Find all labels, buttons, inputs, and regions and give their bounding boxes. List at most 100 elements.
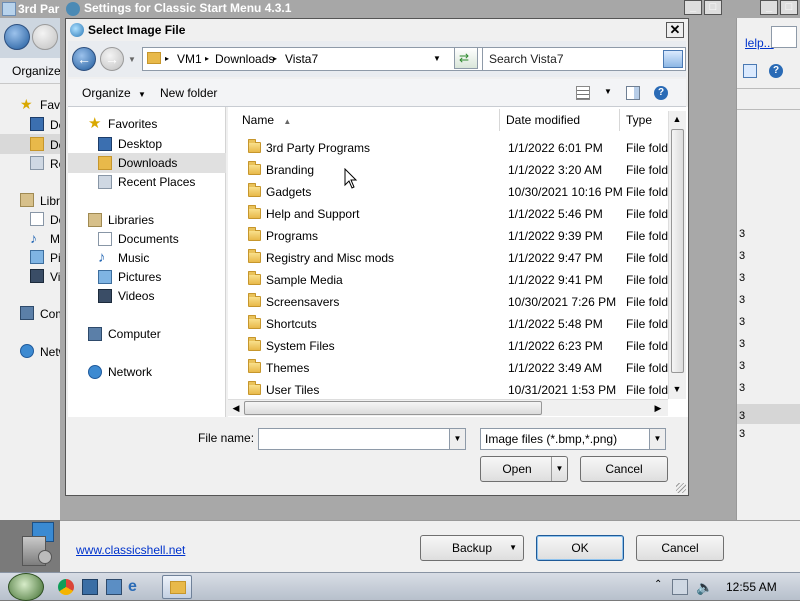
folder-icon bbox=[170, 581, 186, 594]
table-row[interactable]: Screensavers 10/30/2021 7:26 PM File folde… bbox=[228, 291, 668, 313]
preview-pane-icon[interactable] bbox=[626, 86, 640, 100]
dialog-cancel-button[interactable]: Cancel bbox=[580, 456, 668, 482]
table-row[interactable]: Sample Media 1/1/2022 9:41 PM File folder bbox=[228, 269, 668, 291]
nav-desktop[interactable]: Desktop bbox=[118, 135, 162, 153]
vertical-scrollbar[interactable]: ▲ ▼ bbox=[668, 111, 686, 399]
start-button-icon[interactable] bbox=[8, 573, 44, 601]
downloads-icon bbox=[30, 137, 44, 151]
nav-libraries[interactable]: Libraries bbox=[108, 211, 154, 229]
taskbar-clock[interactable]: 12:55 AM bbox=[726, 580, 777, 594]
file-name-cell: Branding bbox=[266, 163, 315, 177]
taskbar-folder-button[interactable] bbox=[162, 575, 192, 599]
side-mark: 3 bbox=[739, 382, 746, 394]
forward-icon[interactable] bbox=[32, 24, 58, 50]
back-arrow-icon[interactable]: ← bbox=[72, 47, 96, 71]
table-row[interactable]: Branding 1/1/2022 3:20 AM File folder bbox=[228, 159, 668, 181]
view-options-icon[interactable] bbox=[576, 86, 590, 100]
scroll-left-icon[interactable]: ◀ bbox=[228, 400, 244, 416]
table-row[interactable]: Gadgets 10/30/2021 10:16 PMFile folder bbox=[228, 181, 668, 203]
control-panel-icon[interactable] bbox=[106, 579, 122, 595]
nav-videos[interactable]: Videos bbox=[118, 287, 154, 305]
address-dropdown-icon[interactable]: ▼ bbox=[433, 54, 441, 63]
open-options-dropdown-icon[interactable]: ▼ bbox=[551, 457, 567, 481]
nav-computer[interactable]: Computer bbox=[108, 325, 161, 343]
nav-favorites[interactable]: Favorites bbox=[108, 115, 157, 133]
help-icon[interactable]: ? bbox=[654, 86, 668, 100]
minimize-icon[interactable]: _ bbox=[760, 0, 778, 15]
table-row[interactable]: Programs 1/1/2022 9:39 PM File folder bbox=[228, 225, 668, 247]
breadcrumb-vm1[interactable]: VM1 bbox=[177, 52, 202, 66]
network-tray-icon[interactable] bbox=[672, 579, 688, 595]
view-dropdown-icon[interactable]: ▼ bbox=[604, 87, 612, 96]
nav-recent-places[interactable]: Recent Places bbox=[118, 173, 195, 191]
help-icon[interactable]: ? bbox=[769, 64, 783, 78]
file-name-dropdown-icon[interactable]: ▼ bbox=[449, 429, 465, 449]
breadcrumb-downloads[interactable]: Downloads bbox=[215, 52, 274, 66]
column-header-type[interactable]: Type bbox=[620, 109, 668, 131]
help-link[interactable]: lelp... bbox=[745, 36, 774, 50]
folder-icon bbox=[248, 139, 261, 153]
table-row[interactable]: Registry and Misc mods 1/1/2022 9:47 PM Fi… bbox=[228, 247, 668, 269]
organize-button[interactable]: Organize ▼ bbox=[82, 86, 146, 100]
folder-icon bbox=[147, 52, 161, 64]
search-input[interactable]: Search Vista7 bbox=[482, 47, 686, 71]
ok-button[interactable]: OK bbox=[536, 535, 624, 561]
open-button[interactable]: Open ▼ bbox=[480, 456, 568, 482]
new-folder-button[interactable]: New folder bbox=[160, 86, 217, 100]
settings-cancel-button[interactable]: Cancel bbox=[636, 535, 724, 561]
refresh-icon[interactable]: ⇄ bbox=[454, 47, 478, 69]
table-row[interactable]: Shortcuts 1/1/2022 5:48 PM File folder bbox=[228, 313, 668, 335]
date-modified-cell: 1/1/2022 9:41 PM bbox=[508, 273, 603, 287]
table-row[interactable]: Themes 1/1/2022 3:49 AM File folder bbox=[228, 357, 668, 379]
file-list: Name ▲ Date modified Type 3rd Party Prog… bbox=[228, 107, 688, 417]
table-row[interactable]: User Tiles 10/31/2021 1:53 PM File folder bbox=[228, 379, 668, 401]
file-type-select[interactable]: Image files (*.bmp,*.png) ▼ bbox=[480, 428, 666, 450]
minimize-icon[interactable]: _ bbox=[684, 0, 702, 15]
breadcrumb-separator-icon[interactable]: ▸ bbox=[273, 54, 277, 63]
file-type-dropdown-icon[interactable]: ▼ bbox=[649, 429, 665, 449]
nav-network[interactable]: Network bbox=[108, 363, 152, 381]
breadcrumb-separator-icon[interactable]: ▸ bbox=[205, 54, 209, 63]
bg-organize-button[interactable]: Organize bbox=[12, 64, 61, 78]
table-row[interactable]: Help and Support 1/1/2022 5:46 PM File fol… bbox=[228, 203, 668, 225]
maximize-icon[interactable]: □ bbox=[704, 0, 722, 15]
dialog-titlebar: Select Image File ✕ bbox=[66, 19, 688, 41]
explorer-icon[interactable] bbox=[82, 579, 98, 595]
recent-locations-chevron-icon[interactable]: ▼ bbox=[128, 55, 136, 64]
website-link[interactable]: www.classicshell.net bbox=[76, 543, 185, 557]
hscroll-thumb[interactable] bbox=[244, 401, 542, 415]
nav-pictures[interactable]: Pictures bbox=[118, 268, 161, 286]
close-icon[interactable]: ✕ bbox=[666, 22, 684, 38]
table-row[interactable]: System Files 1/1/2022 6:23 PM File folder bbox=[228, 335, 668, 357]
backup-button[interactable]: Backup ▼ bbox=[420, 535, 524, 561]
type-cell: File folder bbox=[626, 207, 668, 221]
column-header-name[interactable]: Name ▲ bbox=[236, 109, 500, 131]
breadcrumb-vista7[interactable]: Vista7 bbox=[285, 52, 318, 66]
resize-grip-icon[interactable] bbox=[676, 483, 686, 493]
file-name-input[interactable]: ▼ bbox=[258, 428, 466, 450]
search-icon[interactable] bbox=[663, 50, 683, 68]
scroll-thumb[interactable] bbox=[671, 129, 684, 373]
search-box-fragment[interactable] bbox=[771, 26, 797, 48]
forward-arrow-icon[interactable]: → bbox=[100, 47, 124, 71]
scroll-up-icon[interactable]: ▲ bbox=[669, 111, 685, 127]
folder-icon bbox=[248, 271, 261, 285]
chrome-icon[interactable] bbox=[58, 579, 74, 595]
show-hidden-icons-icon[interactable]: ⌃ bbox=[654, 579, 662, 590]
back-icon[interactable] bbox=[4, 24, 30, 50]
date-modified-cell: 1/1/2022 6:01 PM bbox=[508, 141, 603, 155]
volume-muted-icon[interactable]: 🔈 bbox=[696, 579, 713, 595]
nav-documents[interactable]: Documents bbox=[118, 230, 179, 248]
scroll-down-icon[interactable]: ▼ bbox=[669, 381, 685, 397]
maximize-icon[interactable]: □ bbox=[780, 0, 798, 15]
breadcrumb-separator-icon[interactable]: ▸ bbox=[165, 54, 169, 63]
bg-tree-item[interactable]: Vi bbox=[50, 270, 60, 284]
table-row[interactable]: 3rd Party Programs 1/1/2022 6:01 PM File f… bbox=[228, 137, 668, 159]
view-icon[interactable] bbox=[743, 64, 757, 78]
horizontal-scrollbar[interactable]: ◀ ▶ bbox=[228, 399, 668, 416]
scroll-right-icon[interactable]: ▶ bbox=[650, 400, 666, 416]
internet-explorer-icon[interactable]: e bbox=[128, 579, 144, 595]
column-header-date[interactable]: Date modified bbox=[500, 109, 620, 131]
nav-downloads[interactable]: Downloads bbox=[118, 154, 177, 172]
nav-music[interactable]: Music bbox=[118, 249, 149, 267]
